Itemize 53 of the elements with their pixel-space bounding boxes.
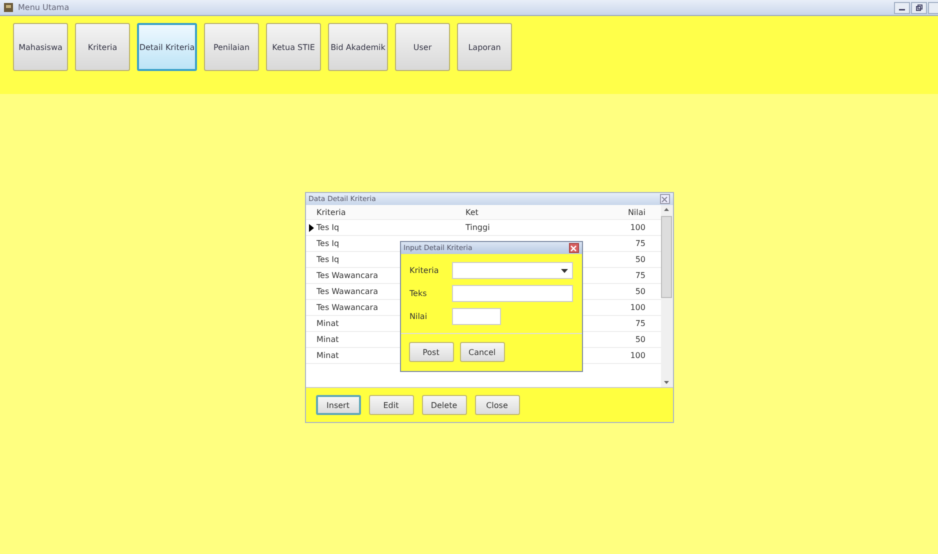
table-cell: Tes Wawancara (316, 303, 378, 312)
table-cell: 50 (635, 287, 646, 296)
menu-button[interactable]: Mahasiswa (13, 23, 68, 71)
caret-icon (560, 268, 568, 272)
action-button[interactable]: Delete (422, 395, 466, 415)
field-label: Teks (410, 289, 428, 298)
table-cell: 50 (635, 335, 646, 344)
menu-button[interactable]: Laporan (457, 23, 512, 71)
table-cell: 75 (635, 239, 646, 248)
column-header[interactable]: Nilai (616, 208, 646, 216)
table-cell: 50 (635, 255, 646, 264)
table-cell: Tes Wawancara (316, 271, 378, 280)
table-cell: 75 (635, 319, 646, 328)
table-cell: Tes Iq (316, 223, 340, 232)
field-label: Nilai (410, 312, 428, 321)
app-icon (3, 2, 14, 13)
minimize-button[interactable] (894, 2, 910, 14)
table-cell: 75 (635, 271, 646, 280)
window-title: Menu Utama (18, 3, 70, 12)
input-field[interactable] (452, 285, 572, 302)
restore-button[interactable] (911, 2, 927, 14)
table-cell: Tes Wawancara (316, 287, 378, 296)
table-cell: Tes Iq (316, 239, 340, 248)
table-cell: Minat (316, 351, 339, 360)
menu-button[interactable]: Penilaian (204, 23, 259, 71)
dropdown-field[interactable] (452, 262, 572, 279)
table-cell: 100 (630, 223, 646, 232)
table-cell: Tinggi (466, 223, 490, 232)
field-label: Kriteria (410, 266, 440, 275)
close-button[interactable] (660, 194, 670, 204)
action-button[interactable]: Post (408, 342, 454, 362)
column-header[interactable]: Kriteria (316, 208, 466, 216)
action-button[interactable]: Insert (316, 395, 360, 415)
action-button[interactable]: Close (474, 395, 520, 415)
table-cell: Minat (316, 335, 339, 344)
column-header[interactable]: Ket (466, 208, 616, 216)
table-cell: 100 (630, 303, 646, 312)
table-cell: Tes Iq (316, 255, 340, 264)
action-button[interactable]: Edit (368, 395, 414, 415)
menu-button[interactable]: Detail Kriteria (137, 23, 197, 71)
restore-icon (915, 4, 923, 12)
menu-button[interactable]: Ketua STIE (266, 23, 321, 71)
scroll-up-icon (664, 208, 669, 211)
table-cell: 100 (630, 351, 646, 360)
action-button[interactable]: Cancel (460, 342, 505, 362)
input-field[interactable] (452, 308, 500, 325)
menu-button[interactable]: Bid Akademik (328, 23, 388, 71)
table-cell: Minat (316, 319, 339, 328)
menu-button[interactable]: Kriteria (75, 23, 130, 71)
scrollbar[interactable] (660, 205, 672, 387)
menu-button[interactable]: User (395, 23, 450, 71)
scroll-down-icon (664, 381, 669, 384)
close-button[interactable] (568, 243, 578, 253)
